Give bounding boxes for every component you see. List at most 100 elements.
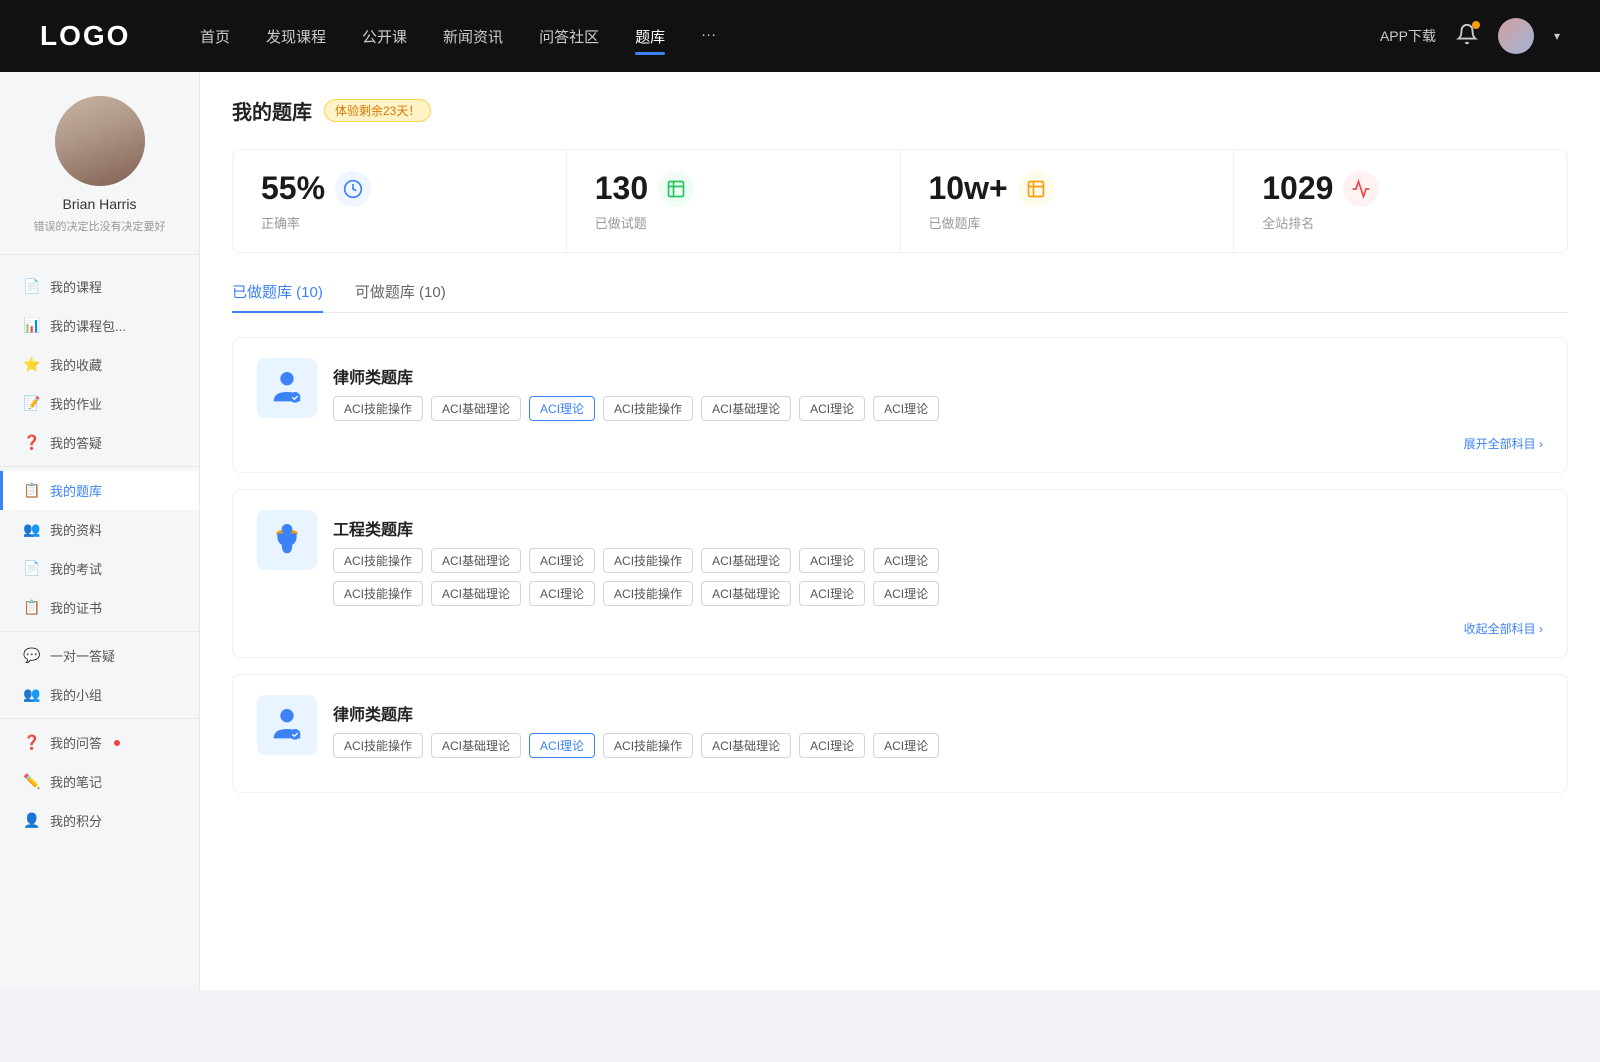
sidebar-menu-item-10[interactable]: 👥我的小组 xyxy=(0,675,199,714)
bank-tag2-1-0[interactable]: ACI技能操作 xyxy=(333,581,423,606)
sidebar-profile: Brian Harris 错误的决定比没有决定要好 xyxy=(0,96,199,255)
bank-tag-2-0[interactable]: ACI技能操作 xyxy=(333,733,423,758)
stat-icon-1 xyxy=(658,171,694,207)
sidebar-menu-icon-13: 👤 xyxy=(24,813,40,829)
stat-value-2: 10w+ xyxy=(929,170,1008,207)
bank-tag2-1-6[interactable]: ACI理论 xyxy=(873,581,939,606)
sidebar-menu-item-0[interactable]: 📄 我的课程 xyxy=(0,267,199,306)
bank-tag2-1-1[interactable]: ACI基础理论 xyxy=(431,581,521,606)
stat-icon-2 xyxy=(1018,171,1054,207)
sidebar-menu-label-5: 我的题库 xyxy=(50,481,102,500)
sidebar-menu-label-4: 我的答疑 xyxy=(50,433,102,452)
bank-tag-0-3[interactable]: ACI技能操作 xyxy=(603,396,693,421)
bank-tag-0-5[interactable]: ACI理论 xyxy=(799,396,865,421)
sidebar-menu-icon-11: ❓ xyxy=(24,735,40,751)
nav-item-题库[interactable]: 题库 xyxy=(635,22,665,51)
nav-item-新闻资讯[interactable]: 新闻资讯 xyxy=(443,22,503,51)
nav-item-公开课[interactable]: 公开课 xyxy=(362,22,407,51)
nav-item-首页[interactable]: 首页 xyxy=(200,22,230,51)
sidebar-menu-item-12[interactable]: ✏️我的笔记 xyxy=(0,762,199,801)
bank-tag-0-0[interactable]: ACI技能操作 xyxy=(333,396,423,421)
bank-tag-1-4[interactable]: ACI基础理论 xyxy=(701,548,791,573)
app-download-button[interactable]: APP下载 xyxy=(1380,26,1436,46)
sidebar-menu-label-11: 我的问答 xyxy=(50,733,102,752)
bank-card-body-0: 律师类题库 ACI技能操作ACI基础理论ACI理论ACI技能操作ACI基础理论A… xyxy=(333,358,939,421)
bank-tag2-1-3[interactable]: ACI技能操作 xyxy=(603,581,693,606)
bank-tag-2-1[interactable]: ACI基础理论 xyxy=(431,733,521,758)
sidebar-menu-icon-2: ⭐ xyxy=(24,357,40,373)
page-title: 我的题库 xyxy=(232,96,312,125)
sidebar-menu-item-9[interactable]: 💬一对一答疑 xyxy=(0,636,199,675)
bank-tag2-1-4[interactable]: ACI基础理论 xyxy=(701,581,791,606)
sidebar-menu-item-1[interactable]: 📊我的课程包... xyxy=(0,306,199,345)
sidebar-username: Brian Harris xyxy=(63,196,137,212)
sidebar-motto: 错误的决定比没有决定要好 xyxy=(24,218,176,234)
avatar-dropdown-icon[interactable]: ▾ xyxy=(1554,29,1560,43)
bank-card-body-1: 工程类题库 ACI技能操作ACI基础理论ACI理论ACI技能操作ACI基础理论A… xyxy=(333,510,939,606)
stats-row: 55% 正确率 130 已做试题 10w+ 已做题库 1029 全站排名 xyxy=(232,149,1568,253)
bank-card-footer-1: 收起全部科目 › xyxy=(257,620,1543,637)
sidebar-menu-label-0: 我的课程 xyxy=(50,277,102,296)
sidebar-menu-item-7[interactable]: 📄我的考试 xyxy=(0,549,199,588)
sidebar-menu-item-4[interactable]: ❓ 我的答疑 xyxy=(0,423,199,462)
stat-item-0: 55% 正确率 xyxy=(233,150,567,252)
expand-btn-1[interactable]: 收起全部科目 › xyxy=(1464,620,1543,637)
bank-card-0: 律师类题库 ACI技能操作ACI基础理论ACI理论ACI技能操作ACI基础理论A… xyxy=(232,337,1568,473)
sidebar-menu-label-7: 我的考试 xyxy=(50,559,102,578)
bank-tag-1-6[interactable]: ACI理论 xyxy=(873,548,939,573)
sidebar-divider-8 xyxy=(0,631,199,632)
bank-tag-2-6[interactable]: ACI理论 xyxy=(873,733,939,758)
nav-item-···[interactable]: ··· xyxy=(701,22,716,51)
sidebar-menu-item-8[interactable]: 📋我的证书 xyxy=(0,588,199,627)
sidebar-menu-item-6[interactable]: 👥我的资料 xyxy=(0,510,199,549)
bank-tag-2-5[interactable]: ACI理论 xyxy=(799,733,865,758)
nav-item-发现课程[interactable]: 发现课程 xyxy=(266,22,326,51)
bank-tag-1-0[interactable]: ACI技能操作 xyxy=(333,548,423,573)
bank-tag-2-2[interactable]: ACI理论 xyxy=(529,733,595,758)
avatar[interactable] xyxy=(1498,18,1534,54)
tab-item-1[interactable]: 可做题库 (10) xyxy=(355,281,446,312)
bank-tag-1-5[interactable]: ACI理论 xyxy=(799,548,865,573)
bank-cards-container: 律师类题库 ACI技能操作ACI基础理论ACI理论ACI技能操作ACI基础理论A… xyxy=(232,337,1568,793)
sidebar-menu-item-5[interactable]: 📋 我的题库 xyxy=(0,471,199,510)
bank-tag2-1-2[interactable]: ACI理论 xyxy=(529,581,595,606)
sidebar-menu-label-13: 我的积分 xyxy=(50,811,102,830)
stat-top-2: 10w+ xyxy=(929,170,1206,207)
bank-tag-1-3[interactable]: ACI技能操作 xyxy=(603,548,693,573)
bank-tag-0-1[interactable]: ACI基础理论 xyxy=(431,396,521,421)
bank-icon-0 xyxy=(257,358,317,418)
page-layout: Brian Harris 错误的决定比没有决定要好 📄 我的课程 📊我的课程包...… xyxy=(0,72,1600,990)
sidebar-menu-label-10: 我的小组 xyxy=(50,685,102,704)
bank-icon-1 xyxy=(257,510,317,570)
sidebar-menu-icon-4: ❓ xyxy=(24,435,40,451)
tab-item-0[interactable]: 已做题库 (10) xyxy=(232,281,323,312)
tabs-bar: 已做题库 (10) 可做题库 (10) xyxy=(232,281,1568,313)
bank-tag-1-2[interactable]: ACI理论 xyxy=(529,548,595,573)
bank-tag2-1-5[interactable]: ACI理论 xyxy=(799,581,865,606)
sidebar-menu-item-2[interactable]: ⭐我的收藏 xyxy=(0,345,199,384)
sidebar-menu-item-3[interactable]: 📝我的作业 xyxy=(0,384,199,423)
sidebar-menu-label-12: 我的笔记 xyxy=(50,772,102,791)
bank-tag-0-4[interactable]: ACI基础理论 xyxy=(701,396,791,421)
sidebar-menu-label-3: 我的作业 xyxy=(50,394,102,413)
sidebar-menu-icon-9: 💬 xyxy=(24,648,40,664)
expand-btn-0[interactable]: 展开全部科目 › xyxy=(1464,435,1543,452)
bank-tag-0-2[interactable]: ACI理论 xyxy=(529,396,595,421)
sidebar-menu-item-11[interactable]: ❓ 我的问答 xyxy=(0,723,199,762)
bank-tag-2-4[interactable]: ACI基础理论 xyxy=(701,733,791,758)
notification-bell[interactable] xyxy=(1456,23,1478,50)
sidebar-menu-icon-5: 📋 xyxy=(24,483,40,499)
avatar-image xyxy=(1498,18,1534,54)
bank-tags-row2-1: ACI技能操作 ACI基础理论 ACI理论 ACI技能操作 ACI基础理论 ACI理论 AC… xyxy=(333,581,939,606)
nav-item-问答社区[interactable]: 问答社区 xyxy=(539,22,599,51)
notification-dot xyxy=(1472,21,1480,29)
sidebar-menu-icon-8: 📋 xyxy=(24,600,40,616)
logo[interactable]: LOGO xyxy=(40,20,140,52)
sidebar-menu-item-13[interactable]: 👤 我的积分 xyxy=(0,801,199,840)
stat-label-3: 全站排名 xyxy=(1262,213,1539,232)
bank-tag-0-6[interactable]: ACI理论 xyxy=(873,396,939,421)
sidebar-menu-icon-0: 📄 xyxy=(24,279,40,295)
bank-tag-2-3[interactable]: ACI技能操作 xyxy=(603,733,693,758)
bank-tag-1-1[interactable]: ACI基础理论 xyxy=(431,548,521,573)
nav-bar: 首页 发现课程 公开课 新闻资讯 问答社区 题库 ··· xyxy=(200,22,1380,51)
